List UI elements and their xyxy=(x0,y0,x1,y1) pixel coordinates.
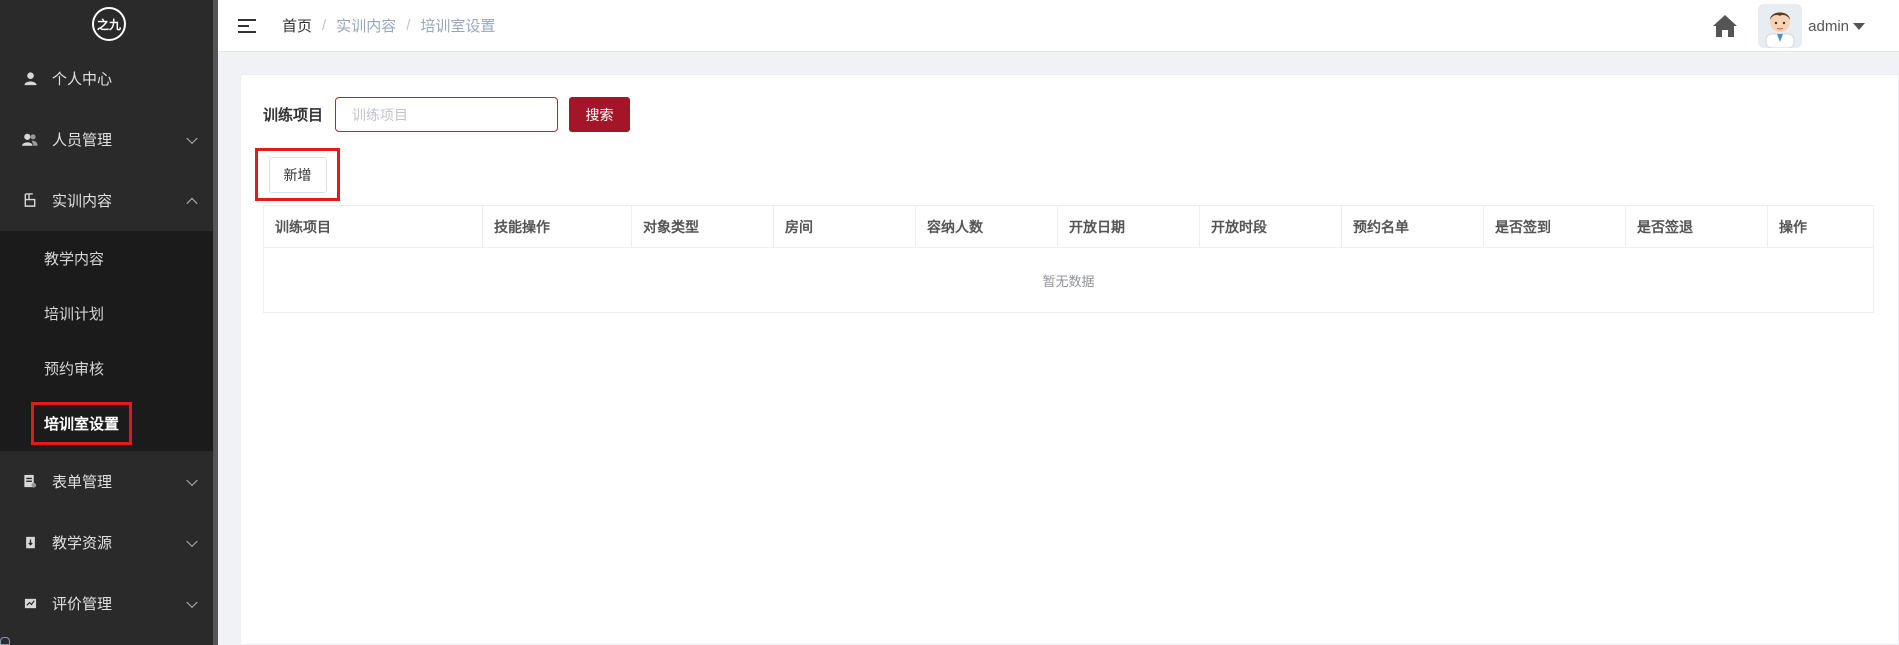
column-header[interactable]: 开放日期 xyxy=(1058,206,1200,247)
sidebar-item-label: 人员管理 xyxy=(52,132,113,149)
logo-row: 之九 xyxy=(0,0,218,48)
chevron-down-icon xyxy=(186,535,198,547)
content-icon xyxy=(22,193,38,209)
sidebar: 之九 个人中心 人员管理 实训内容 教学内容 培训计划 预约审核 培训室设置 表… xyxy=(0,0,218,645)
sidebar-item-form-management[interactable]: 表单管理 xyxy=(0,451,218,512)
main-card: 训练项目 搜索 新增 训练项目 技能操作 对象类型 房间 容纳人数 开放日期 开… xyxy=(240,74,1899,645)
search-button[interactable]: 搜索 xyxy=(569,97,631,132)
chevron-down-icon xyxy=(186,474,198,486)
search-label: 训练项目 xyxy=(263,107,324,124)
home-icon[interactable] xyxy=(1712,13,1738,39)
column-header[interactable]: 技能操作 xyxy=(483,206,632,247)
form-icon xyxy=(22,474,38,490)
column-header[interactable]: 对象类型 xyxy=(632,206,774,247)
breadcrumb-home[interactable]: 首页 xyxy=(282,15,312,36)
submenu-item-training-plan[interactable]: 培训计划 xyxy=(0,286,218,341)
caret-down-icon[interactable] xyxy=(1853,22,1865,30)
person-icon xyxy=(22,71,38,87)
search-input[interactable] xyxy=(335,97,559,132)
submenu-item-label: 教学内容 xyxy=(44,251,105,268)
chevron-up-icon xyxy=(186,197,198,209)
app-logo: 之九 xyxy=(92,7,126,41)
submenu-training-content: 教学内容 培训计划 预约审核 培训室设置 xyxy=(0,231,218,451)
sidebar-item-label: 个人中心 xyxy=(52,71,113,88)
breadcrumb-separator: / xyxy=(406,17,411,34)
sidebar-item-label: 表单管理 xyxy=(52,474,113,491)
breadcrumb: 首页 / 实训内容 / 培训室设置 xyxy=(282,15,495,36)
column-header[interactable]: 开放时段 xyxy=(1200,206,1342,247)
column-header[interactable]: 训练项目 xyxy=(264,206,483,247)
add-button[interactable]: 新增 xyxy=(268,156,327,193)
sidebar-item-training-content[interactable]: 实训内容 xyxy=(0,170,218,231)
column-header[interactable]: 是否签到 xyxy=(1484,206,1626,247)
resource-icon xyxy=(22,535,38,551)
submenu-item-teaching-content[interactable]: 教学内容 xyxy=(0,231,218,286)
breadcrumb-current: 培训室设置 xyxy=(420,18,496,35)
column-header[interactable]: 预约名单 xyxy=(1342,206,1484,247)
submenu-item-label: 培训计划 xyxy=(44,306,105,323)
sidebar-item-evaluation-management[interactable]: 评价管理 xyxy=(0,573,218,634)
table-empty-text: 暂无数据 xyxy=(1042,273,1095,289)
chevron-down-icon xyxy=(186,132,198,144)
sidebar-item-teaching-resources[interactable]: 教学资源 xyxy=(0,512,218,573)
sidebar-item-personal-center[interactable]: 个人中心 xyxy=(0,48,218,109)
data-table: 训练项目 技能操作 对象类型 房间 容纳人数 开放日期 开放时段 预约名单 是否… xyxy=(263,205,1874,313)
breadcrumb-separator: / xyxy=(322,17,327,34)
column-header[interactable]: 是否签退 xyxy=(1626,206,1768,247)
corner-mark xyxy=(0,637,10,645)
breadcrumb-training-content[interactable]: 实训内容 xyxy=(336,15,396,36)
chevron-down-icon xyxy=(186,596,198,608)
sidebar-item-personnel[interactable]: 人员管理 xyxy=(0,109,218,170)
user-name[interactable]: admin xyxy=(1808,18,1849,35)
column-header[interactable]: 房间 xyxy=(774,206,916,247)
submenu-item-training-room-settings[interactable]: 培训室设置 xyxy=(0,396,218,451)
menu-toggle-icon[interactable] xyxy=(238,18,256,33)
sidebar-item-label: 实训内容 xyxy=(52,193,113,210)
column-header[interactable]: 操作 xyxy=(1768,206,1873,247)
header-user-area: admin xyxy=(1712,0,1865,52)
search-row: 训练项目 搜索 xyxy=(263,97,631,132)
sidebar-item-label: 评价管理 xyxy=(52,596,113,613)
table-header: 训练项目 技能操作 对象类型 房间 容纳人数 开放日期 开放时段 预约名单 是否… xyxy=(264,206,1873,248)
submenu-item-label: 培训室设置 xyxy=(31,402,133,445)
users-icon xyxy=(22,132,38,148)
submenu-item-label: 预约审核 xyxy=(44,361,105,378)
column-header[interactable]: 容纳人数 xyxy=(916,206,1058,247)
top-header: 首页 / 实训内容 / 培训室设置 admin xyxy=(218,0,1899,52)
avatar[interactable] xyxy=(1758,4,1803,48)
evaluation-icon xyxy=(22,596,38,612)
submenu-item-reservation-review[interactable]: 预约审核 xyxy=(0,341,218,396)
add-button-highlight: 新增 xyxy=(255,148,340,201)
sidebar-item-label: 教学资源 xyxy=(52,535,113,552)
